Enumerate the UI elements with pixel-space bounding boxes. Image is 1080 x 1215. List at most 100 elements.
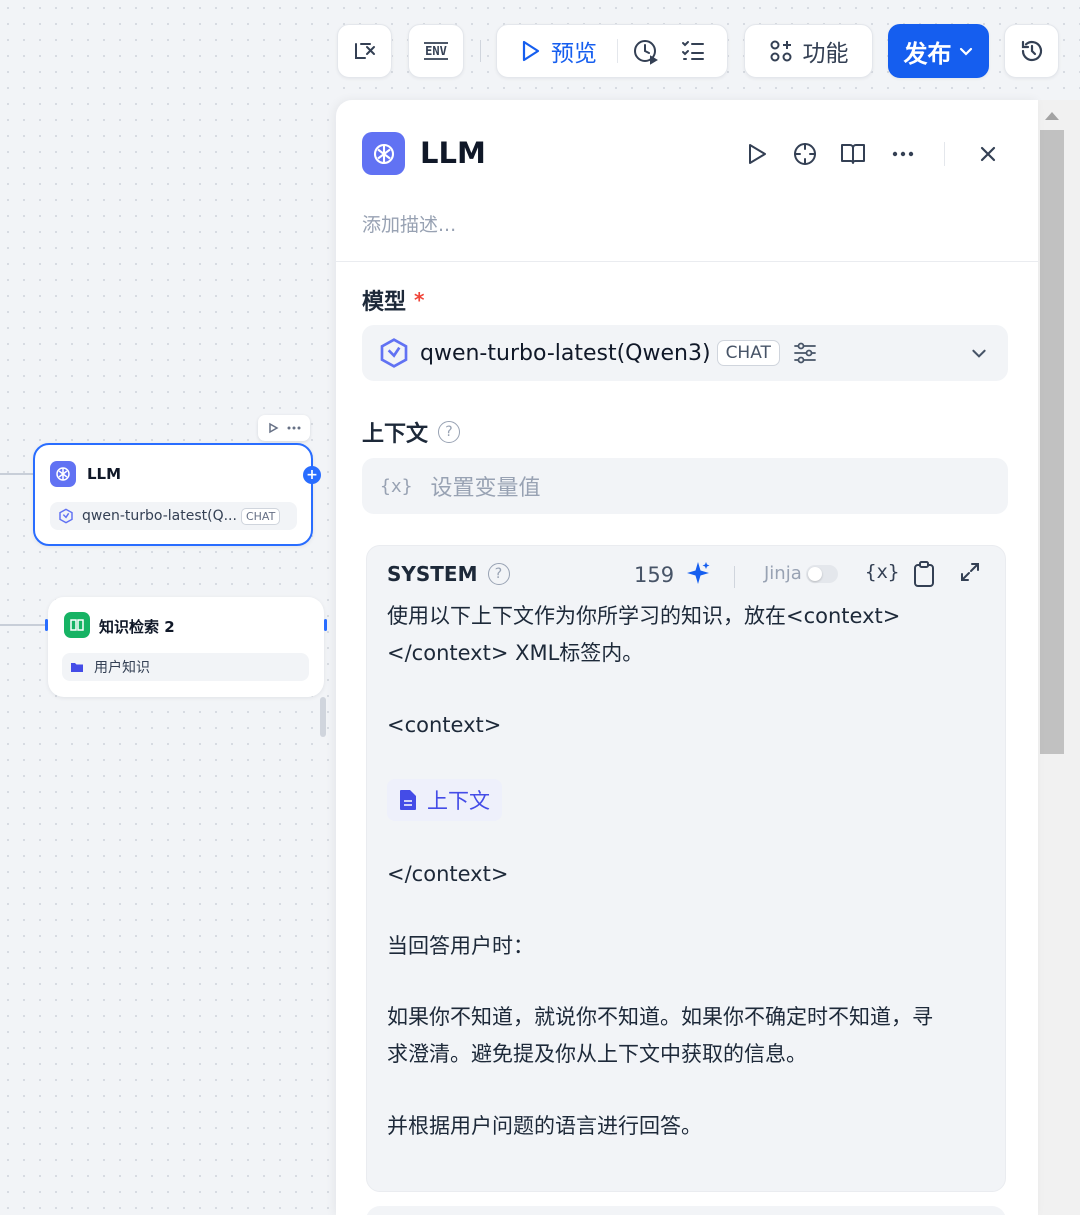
llm-node-chip: CHAT [240, 507, 281, 525]
system-line: 求澄清。避免提及你从上下文中获取的信息。 [387, 1042, 807, 1066]
model-name: qwen-turbo-latest(Qwen3) [420, 340, 711, 366]
jinja-toggle[interactable]: Jinja [764, 563, 838, 584]
kb-node-title: 知识检索 2 [99, 618, 175, 636]
clipboard-icon [914, 561, 934, 587]
preview-group: 预览 [496, 24, 728, 78]
context-label: 上下文 ? [362, 416, 461, 448]
qwen-icon [59, 508, 73, 524]
required-mark: * [414, 288, 425, 312]
env-button[interactable]: ENV [408, 24, 464, 78]
play-icon[interactable] [267, 422, 279, 434]
llm-node-title: LLM [87, 465, 122, 483]
scroll-up-arrow-icon[interactable] [1045, 112, 1059, 120]
variable-icon [354, 43, 375, 59]
kb-node-out-port[interactable] [324, 619, 327, 631]
function-label: 功能 [802, 41, 849, 67]
context-placeholder: 设置变量值 [430, 476, 541, 501]
llm-icon [56, 467, 70, 481]
context-tag-label: 上下文 [427, 789, 490, 813]
llm-icon [373, 143, 394, 164]
folder-icon [71, 663, 83, 672]
docs-button[interactable] [837, 138, 869, 170]
chevron-down-icon [972, 349, 986, 358]
system-label: SYSTEM ? [387, 562, 510, 586]
crosshair-icon [794, 143, 816, 165]
node-toolbar [258, 415, 310, 441]
qwen-icon [380, 338, 408, 368]
run-node-button[interactable] [741, 138, 773, 170]
jinja-label: Jinja [764, 563, 802, 584]
system-line: 使用以下上下文作为你所学习的知识，放在<context> [387, 604, 901, 628]
preview-button[interactable]: 预览 [519, 34, 597, 68]
more-icon [892, 151, 914, 157]
system-line: 当回答用户时： [387, 934, 534, 958]
sliders-icon [794, 342, 816, 364]
variable-button[interactable] [337, 24, 392, 78]
system-line: </context> XML标签内。 [387, 641, 644, 665]
next-prompt-editor[interactable] [366, 1206, 1006, 1215]
more-icon[interactable] [287, 426, 301, 430]
kb-node-icon [64, 612, 90, 638]
variable-icon: {x} [380, 475, 413, 497]
kb-node-item: 用户知识 [62, 653, 309, 681]
system-line: <context> [387, 713, 502, 737]
expand-icon [961, 563, 979, 581]
close-icon [980, 146, 996, 162]
node-config-panel: LLM 添加描述... 模型 * qwen-turbo-latest(Qwen3… [336, 100, 1038, 1215]
model-chip: CHAT [716, 340, 780, 366]
edge-in-llm [0, 473, 34, 475]
env-label: ENV [425, 44, 447, 58]
kb-node-item-label: 用户知识 [94, 660, 150, 676]
help-icon[interactable]: ? [487, 563, 510, 585]
file-icon [400, 790, 416, 810]
panel-scrollbar-thumb[interactable] [1040, 130, 1064, 754]
sparkle-icon [687, 562, 710, 584]
variable-icon: {x} [865, 561, 900, 583]
edge-in-kb [0, 624, 46, 626]
more-button[interactable] [887, 138, 919, 170]
insert-variable-button[interactable]: {x} [865, 561, 899, 583]
system-line: 并根据用户问题的语言进行回答。 [387, 1114, 702, 1138]
token-count: 159 [634, 563, 675, 587]
close-panel-button[interactable] [972, 138, 1004, 170]
canvas-scroll-handle[interactable] [320, 697, 326, 737]
model-select[interactable]: qwen-turbo-latest(Qwen3) CHAT [362, 325, 1008, 381]
version-history-button[interactable] [1004, 24, 1059, 78]
context-variable-input[interactable]: {x} 设置变量值 [362, 458, 1008, 514]
run-history-button[interactable] [632, 37, 660, 65]
chevron-down-icon [959, 47, 972, 56]
book-open-icon [70, 619, 84, 631]
history-icon [1021, 40, 1042, 62]
preview-label: 预览 [551, 41, 597, 67]
add-next-node-icon[interactable]: + [303, 466, 321, 484]
llm-node[interactable]: LLM qwen-turbo-latest(Q... CHAT + [33, 443, 321, 546]
llm-node-icon [50, 461, 76, 487]
publish-button[interactable]: 发布 [888, 24, 989, 78]
play-icon [749, 144, 766, 164]
apps-icon [770, 40, 791, 62]
kb-node[interactable]: 知识检索 2 用户知识 [45, 597, 327, 697]
description-input[interactable]: 添加描述... [362, 210, 456, 237]
publish-label: 发布 [903, 39, 952, 68]
function-button[interactable]: 功能 [744, 24, 873, 78]
locate-button[interactable] [789, 138, 821, 170]
system-line: </context> [387, 862, 509, 886]
help-icon[interactable]: ? [438, 421, 461, 443]
play-icon [522, 40, 540, 62]
clock-play-icon [634, 40, 658, 65]
llm-node-model: qwen-turbo-latest(Q... CHAT [50, 502, 297, 530]
jinja-switch[interactable] [805, 564, 838, 583]
model-settings-button[interactable] [792, 340, 818, 366]
kb-node-in-port[interactable] [45, 619, 48, 631]
model-label: 模型 * [362, 288, 425, 315]
system-prompt-editor[interactable]: SYSTEM ? 159 Jinja {x} 使用以下上下文作为你所学习的知识，… [366, 545, 1006, 1192]
panel-title: LLM [420, 136, 486, 170]
system-line: 如果你不知道，就说你不知道。如果你不确定时不知道，寻 [387, 1005, 933, 1029]
llm-node-model-name: qwen-turbo-latest(Q... [82, 508, 237, 524]
ai-generate-button[interactable] [685, 560, 711, 586]
expand-button[interactable] [958, 560, 982, 584]
checklist-button[interactable] [680, 38, 706, 64]
checklist-icon [682, 41, 704, 60]
copy-button[interactable] [912, 560, 936, 588]
context-variable-tag[interactable]: 上下文 [387, 779, 502, 821]
